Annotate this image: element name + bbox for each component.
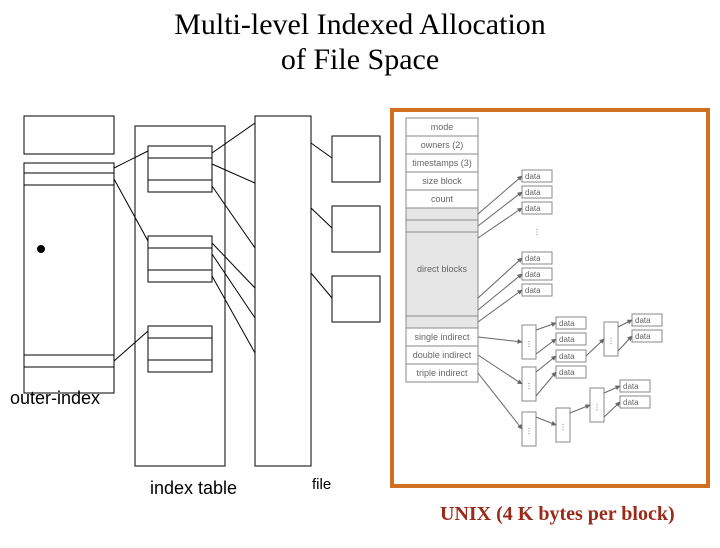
outer-index-block — [24, 116, 114, 393]
inode-field: double indirect — [413, 350, 472, 360]
svg-text:data: data — [525, 254, 541, 263]
svg-text:⋯: ⋯ — [525, 427, 534, 435]
svg-text:data: data — [635, 316, 651, 325]
svg-text:⋯: ⋯ — [525, 382, 534, 390]
svg-text:data: data — [623, 398, 639, 407]
svg-text:data: data — [559, 335, 575, 344]
inode-field: timestamps (3) — [412, 158, 472, 168]
secondary-index-column — [255, 116, 311, 466]
svg-text:data: data — [525, 270, 541, 279]
svg-text:data: data — [525, 204, 541, 213]
index-table-column — [135, 126, 225, 466]
svg-text:data: data — [559, 368, 575, 377]
inode-field: count — [431, 194, 454, 204]
inode-field: owners (2) — [421, 140, 464, 150]
inode-field: triple indirect — [416, 368, 468, 378]
svg-text:⋯: ⋯ — [559, 423, 568, 431]
inode-field: size block — [422, 176, 462, 186]
svg-text:data: data — [623, 382, 639, 391]
svg-text:data: data — [559, 319, 575, 328]
file-blocks-column — [332, 136, 380, 322]
svg-text:data: data — [525, 188, 541, 197]
inode-panel: mode owners (2) timestamps (3) size bloc… — [390, 108, 710, 488]
unix-label: UNIX (4 K bytes per block) — [440, 503, 675, 526]
svg-text:⋯: ⋯ — [593, 403, 602, 411]
inode-field: mode — [431, 122, 454, 132]
file-label: file — [312, 476, 331, 493]
index-table-label: index table — [150, 478, 237, 499]
svg-text:⋯: ⋯ — [525, 340, 534, 348]
svg-text:data: data — [525, 286, 541, 295]
svg-text:data: data — [559, 352, 575, 361]
svg-text:data: data — [635, 332, 651, 341]
inode-diagram: mode owners (2) timestamps (3) size bloc… — [394, 112, 710, 488]
svg-text:⋯: ⋯ — [607, 337, 616, 345]
svg-text:⋯: ⋯ — [533, 228, 542, 236]
inode-field: direct blocks — [417, 264, 468, 274]
outer-index-label: outer-index — [10, 388, 100, 409]
inode-field: single indirect — [414, 332, 470, 342]
svg-text:data: data — [525, 172, 541, 181]
